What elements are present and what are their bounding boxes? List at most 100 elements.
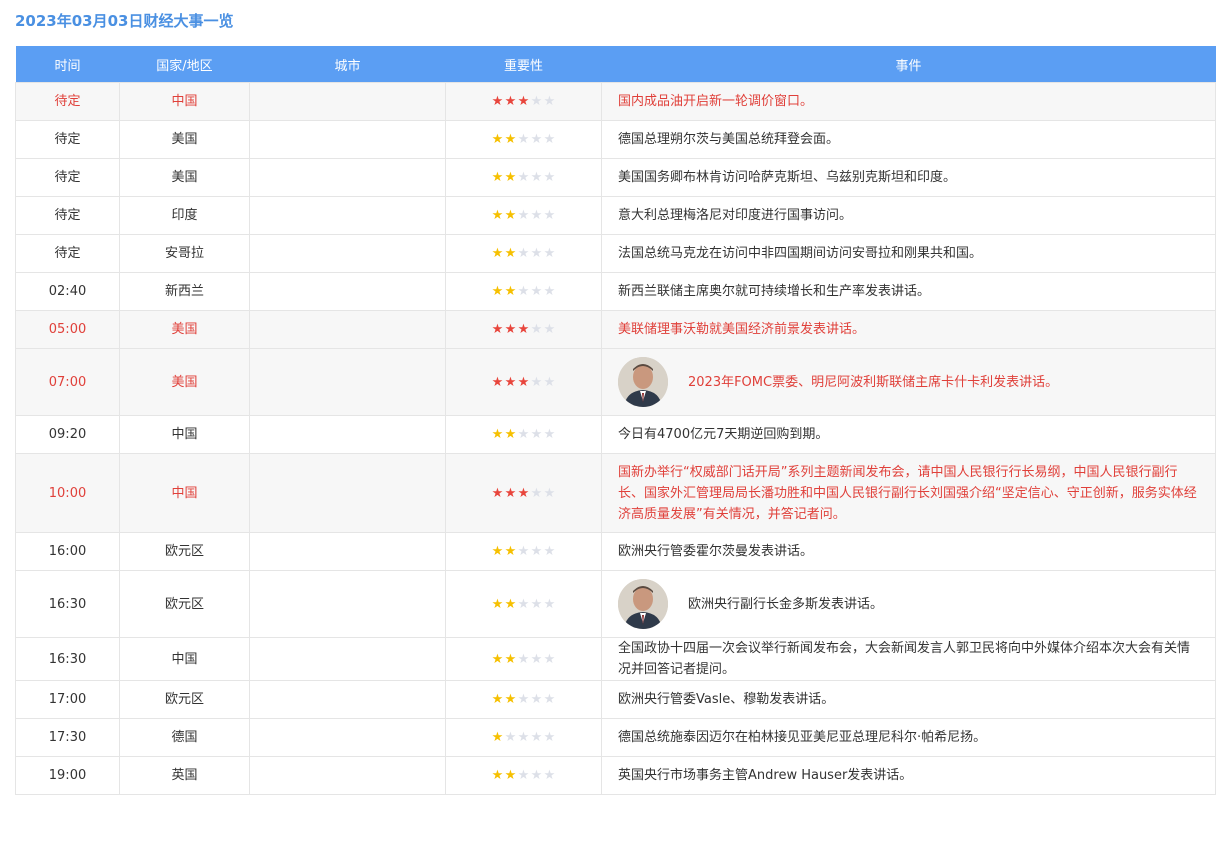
star-empty-icon: ★ [517,544,530,559]
star-filled-icon: ★ [504,692,517,707]
cell-importance: ★★★★★ [445,453,602,533]
importance-stars: ★★★★★ [491,427,556,442]
table-row: 17:30 德国 ★★★★★ 德国总统施泰因迈尔在柏林接见亚美尼亚总理尼科尔·帕希尼扬… [15,718,1216,757]
cell-city [249,120,446,159]
star-filled-icon: ★ [504,596,517,612]
header-importance: 重要性 [445,46,602,83]
cell-event: 欧洲央行管委霍尔茨曼发表讲话。 [601,532,1216,571]
cell-time: 16:30 [15,570,120,638]
cell-country: 美国 [119,348,250,416]
star-empty-icon: ★ [543,246,556,261]
cell-event: 新西兰联储主席奥尔就可持续增长和生产率发表讲话。 [601,272,1216,311]
cell-time: 09:20 [15,415,120,454]
star-filled-icon: ★ [504,544,517,559]
star-empty-icon: ★ [530,485,543,501]
star-filled-icon: ★ [491,374,504,390]
cell-country: 中国 [119,637,250,681]
star-filled-icon: ★ [504,322,517,337]
star-empty-icon: ★ [530,730,543,745]
cell-country: 美国 [119,158,250,197]
cell-event: 今日有4700亿元7天期逆回购到期。 [601,415,1216,454]
cell-event: 意大利总理梅洛尼对印度进行国事访问。 [601,196,1216,235]
star-filled-icon: ★ [491,246,504,261]
star-empty-icon: ★ [530,132,543,147]
star-empty-icon: ★ [517,651,530,667]
table-row: 09:20 中国 ★★★★★ 今日有4700亿元7天期逆回购到期。 [15,415,1216,454]
cell-event: 美国国务卿布林肯访问哈萨克斯坦、乌兹别克斯坦和印度。 [601,158,1216,197]
cell-importance: ★★★★★ [445,234,602,273]
cell-event: 美联储理事沃勒就美国经济前景发表讲话。 [601,310,1216,349]
star-filled-icon: ★ [504,246,517,261]
star-filled-icon: ★ [491,170,504,185]
star-empty-icon: ★ [530,651,543,667]
star-empty-icon: ★ [517,692,530,707]
table-row: 19:00 英国 ★★★★★ 英国央行市场事务主管Andrew Hauser发表讲话。 [15,756,1216,795]
cell-city [249,348,446,416]
star-empty-icon: ★ [530,322,543,337]
star-empty-icon: ★ [530,94,543,109]
star-empty-icon: ★ [517,284,530,299]
cell-country: 安哥拉 [119,234,250,273]
cell-city [249,82,446,121]
cell-time: 17:30 [15,718,120,757]
cell-importance: ★★★★★ [445,272,602,311]
star-empty-icon: ★ [530,374,543,390]
cell-country: 美国 [119,310,250,349]
table-row: 待定 中国 ★★★★★ 国内成品油开启新一轮调价窗口。 [15,82,1216,121]
star-filled-icon: ★ [491,427,504,442]
table-row: 16:00 欧元区 ★★★★★ 欧洲央行管委霍尔茨曼发表讲话。 [15,532,1216,571]
cell-importance: ★★★★★ [445,415,602,454]
cell-time: 待定 [15,196,120,235]
table-row: 16:30 欧元区 ★★★★★ 欧洲央行副行长金多斯发表讲话。 [15,570,1216,638]
cell-country: 印度 [119,196,250,235]
star-empty-icon: ★ [543,374,556,390]
cell-importance: ★★★★★ [445,637,602,681]
star-empty-icon: ★ [517,730,530,745]
importance-stars: ★★★★★ [491,544,556,559]
star-filled-icon: ★ [504,208,517,223]
cell-country: 欧元区 [119,680,250,719]
cell-time: 10:00 [15,453,120,533]
cell-time: 待定 [15,120,120,159]
cell-time: 待定 [15,234,120,273]
cell-time: 待定 [15,82,120,121]
table-row: 16:30 中国 ★★★★★ 全国政协十四届一次会议举行新闻发布会，大会新闻发言人郭卫… [15,637,1216,681]
event-text: 2023年FOMC票委、明尼阿波利斯联储主席卡什卡利发表讲话。 [688,374,1059,390]
star-filled-icon: ★ [504,485,517,501]
star-empty-icon: ★ [530,427,543,442]
table-row: 待定 安哥拉 ★★★★★ 法国总统马克龙在访问中非四国期间访问安哥拉和刚果共和国。 [15,234,1216,273]
star-empty-icon: ★ [517,208,530,223]
event-text: 欧洲央行副行长金多斯发表讲话。 [688,596,884,612]
importance-stars: ★★★★★ [491,730,556,745]
star-filled-icon: ★ [504,284,517,299]
table-row: 17:00 欧元区 ★★★★★ 欧洲央行管委Vasle、穆勒发表讲话。 [15,680,1216,719]
cell-importance: ★★★★★ [445,348,602,416]
star-filled-icon: ★ [491,730,504,745]
cell-city [249,637,446,681]
cell-time: 待定 [15,158,120,197]
star-empty-icon: ★ [543,208,556,223]
cell-importance: ★★★★★ [445,120,602,159]
star-empty-icon: ★ [530,544,543,559]
importance-stars: ★★★★★ [491,597,556,612]
importance-stars: ★★★★★ [491,375,556,390]
star-empty-icon: ★ [530,596,543,612]
cell-event: 法国总统马克龙在访问中非四国期间访问安哥拉和刚果共和国。 [601,234,1216,273]
cell-importance: ★★★★★ [445,756,602,795]
cell-time: 05:00 [15,310,120,349]
cell-event: 国内成品油开启新一轮调价窗口。 [601,82,1216,121]
cell-city [249,272,446,311]
cell-time: 19:00 [15,756,120,795]
star-filled-icon: ★ [491,692,504,707]
star-empty-icon: ★ [543,322,556,337]
star-empty-icon: ★ [543,284,556,299]
star-filled-icon: ★ [491,132,504,147]
cell-importance: ★★★★★ [445,680,602,719]
star-empty-icon: ★ [543,132,556,147]
importance-stars: ★★★★★ [491,322,556,337]
cell-city [249,415,446,454]
cell-importance: ★★★★★ [445,532,602,571]
events-table-body: 待定 中国 ★★★★★ 国内成品油开启新一轮调价窗口。 待定 美国 ★★★★★ 德国总理朔尔茨… [15,82,1216,795]
star-filled-icon: ★ [517,322,530,337]
cell-city [249,756,446,795]
